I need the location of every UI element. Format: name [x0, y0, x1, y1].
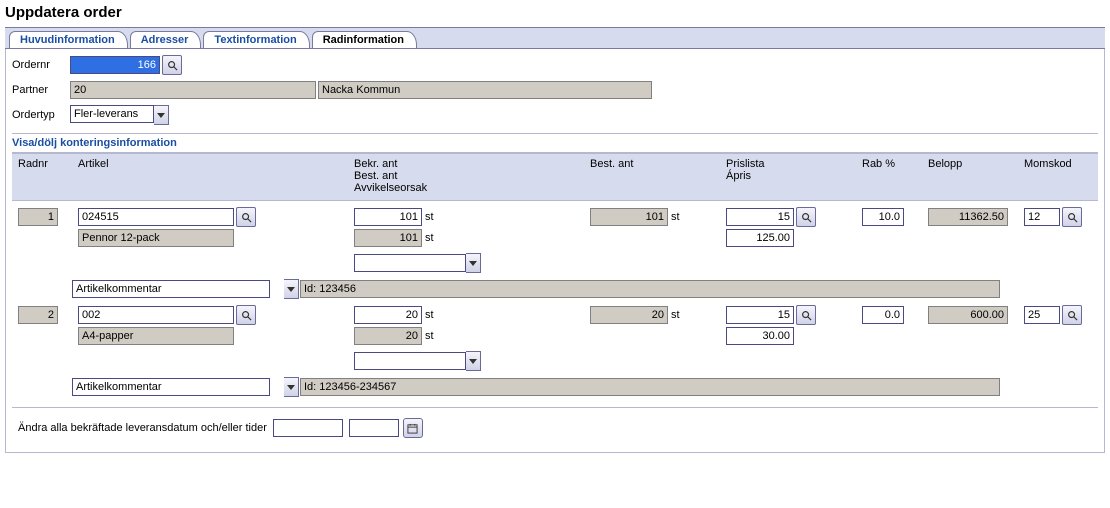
avvikelseorsak-dropdown[interactable]	[466, 351, 481, 371]
belopp-value: 11362.50	[928, 208, 1008, 226]
tab-textinformation[interactable]: Textinformation	[203, 31, 309, 48]
artikelkommentar-value: Id: 123456	[300, 280, 1000, 298]
partner-code: 20	[70, 81, 316, 99]
partner-name: Nacka Kommun	[318, 81, 652, 99]
ordertyp-label: Ordertyp	[12, 109, 70, 121]
moms-input[interactable]	[1024, 306, 1060, 324]
unit-label: st	[425, 211, 434, 223]
artikel-code-input[interactable]	[78, 306, 234, 324]
col-belopp: Belopp	[928, 158, 1018, 194]
apris-input[interactable]	[726, 327, 794, 345]
tabbar: Huvudinformation Adresser Textinformatio…	[5, 28, 1105, 49]
bekr-ant-input[interactable]	[354, 208, 422, 226]
artikelkommentar-value: Id: 123456-234567	[300, 378, 1000, 396]
best-ant-value: 20	[590, 306, 668, 324]
table-row: 2 st 20 st 600.00	[12, 305, 1098, 397]
avvikelseorsak-dropdown[interactable]	[466, 253, 481, 273]
radnr-value: 2	[18, 306, 58, 324]
moms-lookup-icon[interactable]	[1062, 305, 1082, 325]
tab-adresser[interactable]: Adresser	[130, 31, 202, 48]
col-radnr: Radnr	[18, 158, 72, 194]
rab-input[interactable]	[862, 306, 904, 324]
belopp-value: 600.00	[928, 306, 1008, 324]
tab-huvudinformation[interactable]: Huvudinformation	[9, 31, 128, 48]
col-pris: Prislista Ápris	[726, 158, 856, 194]
bulk-date-input[interactable]	[273, 419, 343, 437]
col-artikel: Artikel	[78, 158, 348, 194]
unit-label: st	[671, 309, 680, 321]
table-row: 1 st 101 st 11362.50	[12, 207, 1098, 299]
best-ant-value: 101	[590, 208, 668, 226]
unit-label: st	[425, 309, 434, 321]
prislista-input[interactable]	[726, 306, 794, 324]
artikel-lookup-icon[interactable]	[236, 305, 256, 325]
unit-label: st	[671, 211, 680, 223]
bekr-ant-input[interactable]	[354, 306, 422, 324]
ordernr-lookup-icon[interactable]	[162, 55, 182, 75]
artikel-name: A4-papper	[78, 327, 234, 345]
ordernr-input[interactable]	[70, 56, 160, 74]
unit-label: st	[425, 330, 434, 342]
moms-lookup-icon[interactable]	[1062, 207, 1082, 227]
tab-radinformation[interactable]: Radinformation	[312, 31, 417, 48]
page-title: Uppdatera order	[5, 0, 1105, 28]
toggle-kontering[interactable]: Visa/dölj konteringsinformation	[12, 133, 1098, 153]
col-moms: Momskod	[1024, 158, 1110, 194]
artikelkommentar-dropdown[interactable]	[284, 279, 299, 299]
artikel-code-input[interactable]	[78, 208, 234, 226]
artikelkommentar-label: Artikelkommentar	[72, 378, 270, 396]
col-rab: Rab %	[862, 158, 922, 194]
lines-header: Radnr Artikel Bekr. ant Best. ant Avvike…	[12, 153, 1098, 201]
rab-input[interactable]	[862, 208, 904, 226]
col-best: Best. ant	[590, 158, 720, 194]
best-ant2-value: 20	[354, 327, 422, 345]
calendar-icon[interactable]	[403, 418, 423, 438]
unit-label: st	[425, 232, 434, 244]
bulk-time-input[interactable]	[349, 419, 399, 437]
partner-label: Partner	[12, 84, 70, 96]
moms-input[interactable]	[1024, 208, 1060, 226]
artikel-lookup-icon[interactable]	[236, 207, 256, 227]
radnr-value: 1	[18, 208, 58, 226]
col-bekr: Bekr. ant Best. ant Avvikelseorsak	[354, 158, 584, 194]
prislista-lookup-icon[interactable]	[796, 305, 816, 325]
prislista-input[interactable]	[726, 208, 794, 226]
ordernr-label: Ordernr	[12, 59, 70, 71]
artikelkommentar-label: Artikelkommentar	[72, 280, 270, 298]
best-ant2-value: 101	[354, 229, 422, 247]
apris-input[interactable]	[726, 229, 794, 247]
ordertyp-dropdown[interactable]	[154, 105, 169, 125]
ordertyp-value: Fler-leverans	[70, 105, 154, 123]
bulk-date-label: Ändra alla bekräftade leveransdatum och/…	[18, 422, 267, 434]
artikelkommentar-dropdown[interactable]	[284, 377, 299, 397]
artikel-name: Pennor 12-pack	[78, 229, 234, 247]
prislista-lookup-icon[interactable]	[796, 207, 816, 227]
